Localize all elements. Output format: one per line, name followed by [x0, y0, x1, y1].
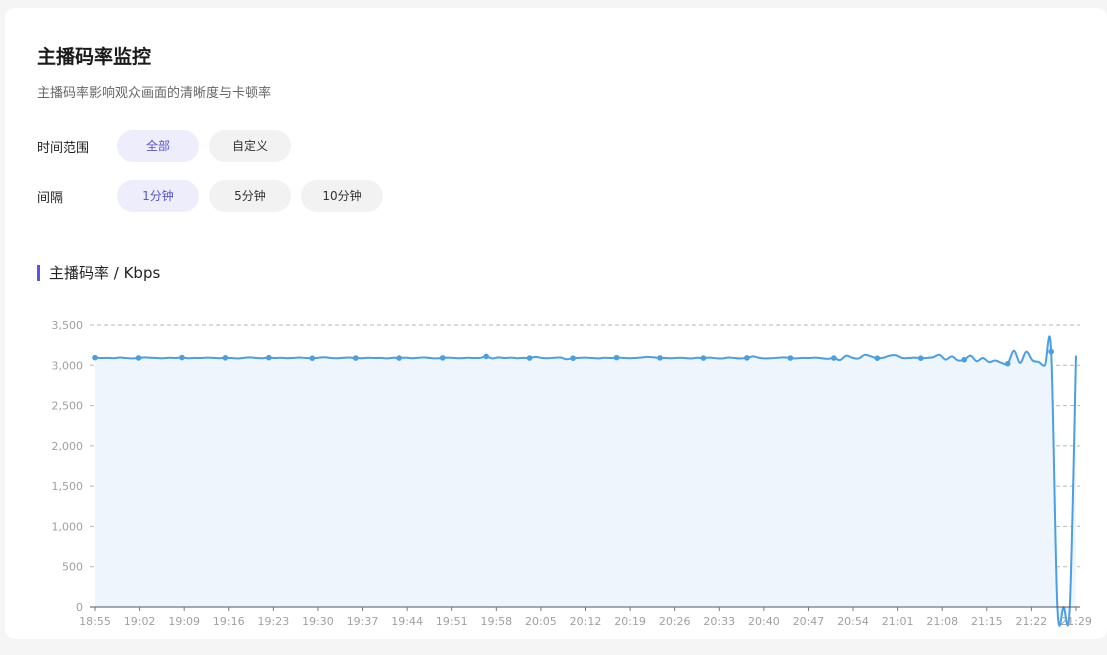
data-point[interactable]: [831, 355, 837, 361]
data-point[interactable]: [222, 354, 229, 361]
bitrate-line-chart: 0 500 1,000 1,500 2,000 2,500 3,000 3,500 18:55 1…: [52, 319, 1092, 628]
x-tick-label: 19:23: [258, 615, 290, 628]
x-tick-label: 19:30: [302, 615, 334, 628]
data-point[interactable]: [526, 355, 533, 361]
data-point[interactable]: [396, 355, 403, 361]
data-point[interactable]: [787, 355, 794, 361]
y-tick-label: 2,500: [52, 400, 84, 413]
data-point[interactable]: [135, 355, 142, 361]
data-point[interactable]: [92, 354, 98, 361]
x-tick-label: 21:15: [971, 615, 1003, 628]
data-point[interactable]: [1004, 360, 1011, 367]
x-tick-label: 20:05: [525, 615, 557, 628]
data-point[interactable]: [570, 355, 576, 361]
x-tick-label: 19:02: [124, 615, 156, 628]
data-point[interactable]: [700, 355, 707, 361]
x-tick-label: 20:12: [570, 615, 602, 628]
x-tick-label: 20:47: [793, 615, 825, 628]
x-tick-label: 20:26: [659, 615, 691, 628]
x-tick-label: 20:33: [703, 615, 735, 628]
data-point[interactable]: [657, 355, 663, 361]
x-tick-label: 21:01: [882, 615, 914, 628]
data-point[interactable]: [874, 355, 881, 361]
x-tick-label: 19:58: [480, 615, 512, 628]
data-point[interactable]: [1048, 348, 1054, 355]
data-point[interactable]: [613, 354, 620, 361]
data-point[interactable]: [266, 354, 272, 361]
x-tick-label: 21:29: [1060, 615, 1092, 628]
bitrate-area: [95, 336, 1076, 626]
x-tick-label: 19:44: [391, 615, 423, 628]
x-tick-label: 18:55: [79, 615, 111, 628]
data-point[interactable]: [483, 353, 489, 360]
x-tick-label: 19:37: [347, 615, 379, 628]
y-tick-label: 1,500: [52, 480, 84, 493]
y-tick-label: 500: [62, 561, 83, 574]
data-point[interactable]: [439, 355, 446, 361]
x-tick-label: 21:08: [926, 615, 958, 628]
y-tick-label: 0: [76, 601, 83, 614]
x-tick-label: 19:51: [436, 615, 468, 628]
data-point[interactable]: [917, 355, 924, 361]
x-tick-label: 19:09: [168, 615, 200, 628]
x-tick-label: 21:22: [1016, 615, 1048, 628]
data-point[interactable]: [744, 355, 750, 361]
data-point[interactable]: [179, 354, 185, 361]
y-tick-label: 1,000: [52, 520, 84, 533]
x-tick-label: 20:54: [837, 615, 869, 628]
x-tick-label: 20:19: [614, 615, 646, 628]
data-point[interactable]: [352, 355, 359, 361]
y-tick-label: 2,000: [52, 440, 84, 453]
data-point[interactable]: [961, 356, 968, 363]
data-point[interactable]: [309, 355, 316, 361]
x-tick-label: 20:40: [748, 615, 780, 628]
y-tick-label: 3,500: [52, 319, 84, 332]
x-tick-label: 19:16: [213, 615, 245, 628]
y-tick-label: 3,000: [52, 359, 84, 372]
